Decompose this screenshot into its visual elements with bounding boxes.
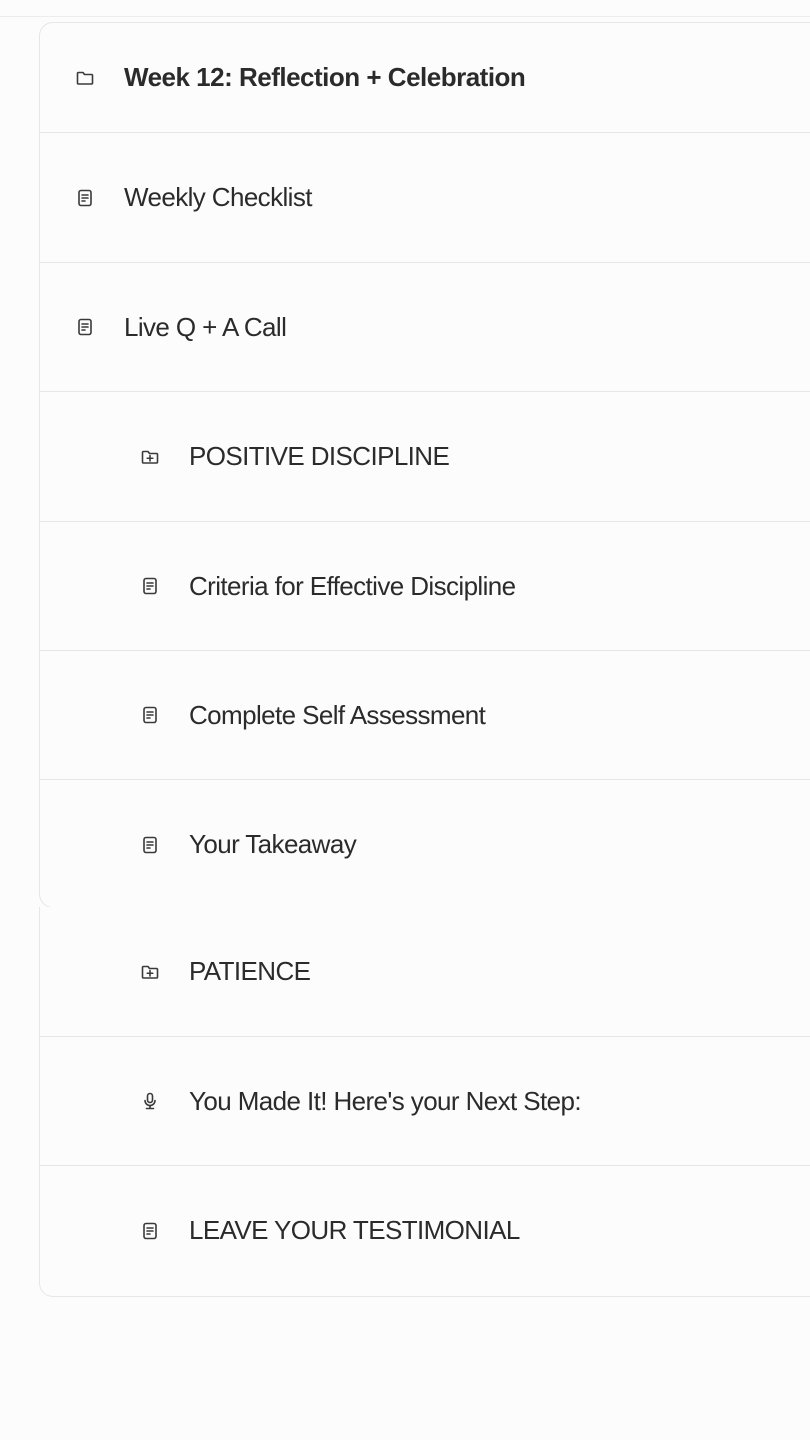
folder-plus-icon [139, 961, 161, 983]
folder-icon [74, 67, 96, 89]
lesson-live-qa-call[interactable]: Live Q + A Call [40, 263, 810, 392]
lesson-complete-self-assessment[interactable]: Complete Self Assessment [40, 651, 810, 780]
lesson-you-made-it-next-step[interactable]: You Made It! Here's your Next Step: [40, 1037, 810, 1166]
lesson-label: Live Q + A Call [124, 311, 287, 342]
document-icon [139, 834, 161, 856]
section-label: PATIENCE [189, 956, 311, 986]
microphone-icon [139, 1090, 161, 1112]
folder-plus-icon [139, 446, 161, 468]
lesson-criteria-effective-discipline[interactable]: Criteria for Effective Discipline [40, 522, 810, 651]
lesson-label: Complete Self Assessment [189, 699, 486, 730]
lesson-leave-your-testimonial[interactable]: LEAVE YOUR TESTIMONIAL [40, 1166, 810, 1295]
document-icon [139, 704, 161, 726]
document-icon [139, 575, 161, 597]
document-icon [74, 187, 96, 209]
lesson-label: Criteria for Effective Discipline [189, 570, 516, 601]
lesson-label: Weekly Checklist [124, 182, 312, 212]
document-icon [139, 1220, 161, 1242]
section-positive-discipline[interactable]: POSITIVE DISCIPLINE [40, 392, 810, 522]
module-card: Week 12: Reflection + Celebration Weekly… [39, 22, 810, 908]
section-label: POSITIVE DISCIPLINE [189, 441, 450, 471]
module-header-week-12[interactable]: Week 12: Reflection + Celebration [40, 23, 810, 133]
lesson-label: LEAVE YOUR TESTIMONIAL [189, 1215, 520, 1245]
lesson-label: You Made It! Here's your Next Step: [189, 1085, 582, 1116]
module-title: Week 12: Reflection + Celebration [124, 62, 526, 92]
lesson-weekly-checklist[interactable]: Weekly Checklist [40, 133, 810, 263]
section-patience[interactable]: PATIENCE [40, 907, 810, 1037]
lesson-your-takeaway[interactable]: Your Takeaway [40, 780, 810, 909]
lesson-label: Your Takeaway [189, 829, 357, 859]
document-icon [74, 316, 96, 338]
module-card-continued: PATIENCE You Made It! Here's your Next S… [39, 907, 810, 1297]
top-divider [0, 0, 810, 17]
